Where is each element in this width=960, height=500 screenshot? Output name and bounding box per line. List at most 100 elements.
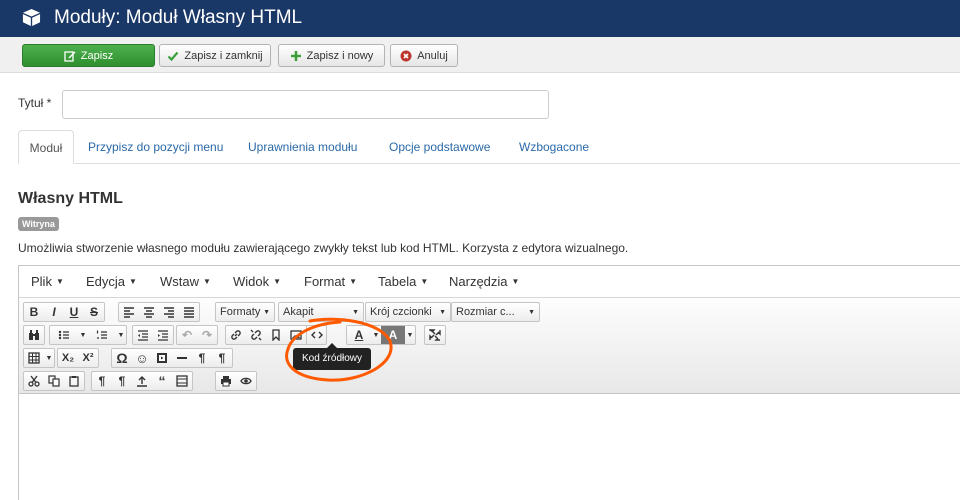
bold-button[interactable]: B [24, 303, 44, 321]
background-color-button[interactable]: A [381, 326, 405, 344]
special-char-button[interactable]: Ω [112, 349, 132, 367]
numbered-list-caret[interactable]: ▼ [116, 326, 126, 344]
find-replace-button[interactable] [24, 326, 44, 344]
link-icon [231, 330, 241, 340]
rtl-button[interactable]: ¶ [212, 349, 232, 367]
bullet-list-button[interactable] [50, 326, 78, 344]
template-button[interactable] [172, 372, 192, 390]
table-button[interactable] [24, 349, 44, 367]
align-right-button[interactable] [159, 303, 179, 321]
font-size-label: Rozmiar c... [456, 306, 515, 318]
copy-icon [48, 375, 60, 387]
plus-icon [290, 50, 301, 61]
tab-advanced[interactable]: Wzbogacone [519, 130, 589, 164]
emoticon-button[interactable]: ☺ [132, 349, 152, 367]
menu-tools-label: Narzędzia [449, 274, 508, 289]
upload-button[interactable] [132, 372, 152, 390]
indent-button[interactable] [153, 326, 173, 344]
editor-menubar: Plik ▼ Edycja ▼ Wstaw ▼ Widok ▼ Format ▼ Tabe… [19, 266, 960, 298]
history-group: ↶ ↷ [176, 325, 218, 345]
align-left-icon [124, 307, 134, 318]
align-justify-button[interactable] [179, 303, 199, 321]
fullscreen-icon [429, 329, 441, 341]
upload-icon [137, 376, 147, 387]
menu-table-label: Tabela [378, 274, 417, 289]
clipboard-icon [69, 376, 79, 387]
anchor-button[interactable] [266, 326, 286, 344]
tab-module-permissions[interactable]: Uprawnienia modułu [248, 130, 357, 164]
visual-chars-button[interactable]: ¶ [112, 372, 132, 390]
menu-table[interactable]: Tabela ▼ [378, 274, 428, 289]
tab-menu-assignment[interactable]: Przypisz do pozycji menu [88, 130, 223, 164]
formats-label: Formaty [220, 306, 261, 318]
subscript-button[interactable]: X₂ [58, 349, 78, 367]
superscript-button[interactable]: X² [78, 349, 98, 367]
cut-button[interactable] [24, 372, 44, 390]
font-family-dropdown[interactable]: Krój czcionki ▼ [365, 302, 451, 322]
blockquote-button[interactable]: “ [152, 372, 172, 390]
insert-media-button[interactable] [152, 349, 172, 367]
horizontal-rule-button[interactable] [172, 349, 192, 367]
insert-link-button[interactable] [226, 326, 246, 344]
horizontal-line-icon [177, 357, 187, 359]
check-icon [168, 51, 179, 61]
tab-basic-options[interactable]: Opcje podstawowe [389, 130, 490, 164]
print-button[interactable] [216, 372, 236, 390]
menu-view[interactable]: Widok ▼ [233, 274, 281, 289]
redo-button[interactable]: ↷ [197, 326, 217, 344]
fullscreen-button[interactable] [425, 326, 445, 344]
caret-down-icon: ▼ [511, 277, 520, 286]
copy-button[interactable] [44, 372, 64, 390]
menu-format[interactable]: Format ▼ [304, 274, 357, 289]
preview-button[interactable] [236, 372, 256, 390]
menu-edit[interactable]: Edycja ▼ [86, 274, 137, 289]
align-justify-icon [184, 307, 194, 318]
unlink-button[interactable] [246, 326, 266, 344]
menu-insert[interactable]: Wstaw ▼ [160, 274, 211, 289]
table-icon [28, 352, 40, 364]
table-group: ▼ [23, 348, 55, 368]
indent-group [132, 325, 174, 345]
title-input[interactable] [62, 90, 549, 119]
caret-down-icon: ▼ [273, 277, 282, 286]
text-color-button[interactable]: A [347, 326, 371, 344]
list-group: ▼ ▼ [49, 325, 127, 345]
tab-module[interactable]: Moduł [18, 130, 74, 164]
background-color-caret[interactable]: ▼ [405, 326, 415, 344]
outdent-button[interactable] [133, 326, 153, 344]
numbered-list-button[interactable] [88, 326, 116, 344]
edit-icon [64, 50, 76, 62]
bookmark-icon [272, 329, 280, 341]
show-blocks-button[interactable]: ¶ [92, 372, 112, 390]
code-icon [310, 331, 323, 339]
italic-button[interactable]: I [44, 303, 64, 321]
undo-button[interactable]: ↶ [177, 326, 197, 344]
font-size-dropdown[interactable]: Rozmiar c... ▼ [451, 302, 540, 322]
text-color-caret[interactable]: ▼ [371, 326, 381, 344]
table-caret[interactable]: ▼ [44, 349, 54, 367]
ltr-button[interactable]: ¶ [192, 349, 212, 367]
text-style-group: B I U S [23, 302, 105, 322]
menu-file[interactable]: Plik ▼ [31, 274, 64, 289]
font-family-label: Krój czcionki [370, 306, 432, 318]
bullet-list-icon [58, 330, 69, 340]
misc-group: ¶ ¶ “ [91, 371, 193, 391]
underline-button[interactable]: U [64, 303, 84, 321]
editor-content-area[interactable] [19, 394, 960, 500]
paste-button[interactable] [64, 372, 84, 390]
source-code-button[interactable] [306, 326, 326, 344]
menu-tools[interactable]: Narzędzia ▼ [449, 274, 519, 289]
cancel-button[interactable]: Anuluj [390, 44, 458, 67]
clipboard-group [23, 371, 85, 391]
insert-image-button[interactable] [286, 326, 306, 344]
formats-dropdown[interactable]: Formaty ▼ [215, 302, 275, 322]
save-new-button[interactable]: Zapisz i nowy [278, 44, 385, 67]
menu-edit-label: Edycja [86, 274, 126, 289]
strikethrough-button[interactable]: S [84, 303, 104, 321]
save-close-button[interactable]: Zapisz i zamknij [159, 44, 271, 67]
save-button[interactable]: Zapisz [22, 44, 155, 67]
align-center-button[interactable] [139, 303, 159, 321]
paragraph-dropdown[interactable]: Akapit ▼ [278, 302, 364, 322]
align-left-button[interactable] [119, 303, 139, 321]
bullet-list-caret[interactable]: ▼ [78, 326, 88, 344]
